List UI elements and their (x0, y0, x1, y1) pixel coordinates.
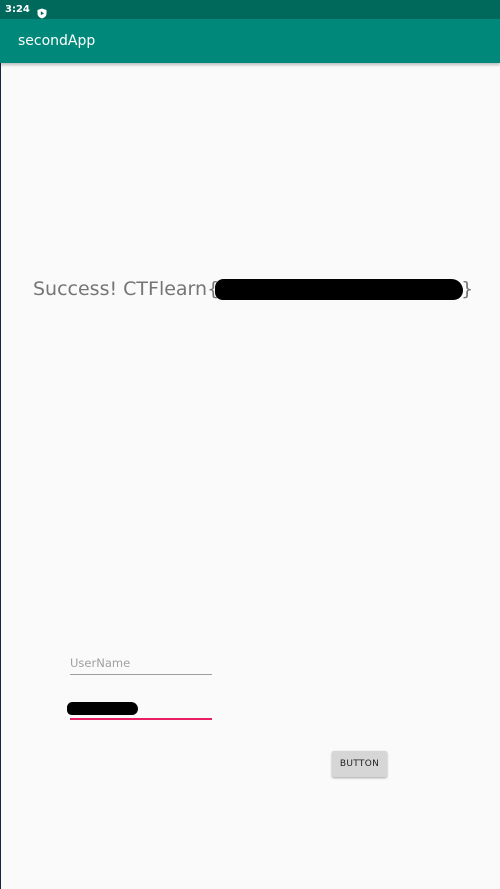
success-message: Success! CTFlearn{ } (33, 278, 473, 300)
username-field[interactable] (70, 652, 212, 675)
play-shield-icon (37, 4, 47, 19)
window-left-edge (0, 0, 1, 889)
submit-button[interactable]: BUTTON (332, 751, 387, 777)
password-redaction (67, 702, 138, 715)
password-field[interactable] (67, 697, 212, 720)
username-input[interactable] (70, 652, 212, 674)
app-title: secondApp (18, 33, 96, 49)
status-bar: 3:24 (0, 0, 500, 19)
redaction-block (215, 278, 464, 300)
app-toolbar: secondApp (0, 19, 500, 63)
status-time: 3:24 (5, 4, 30, 15)
message-suffix: } (461, 278, 474, 300)
message-prefix: Success! CTFlearn{ (33, 278, 220, 300)
